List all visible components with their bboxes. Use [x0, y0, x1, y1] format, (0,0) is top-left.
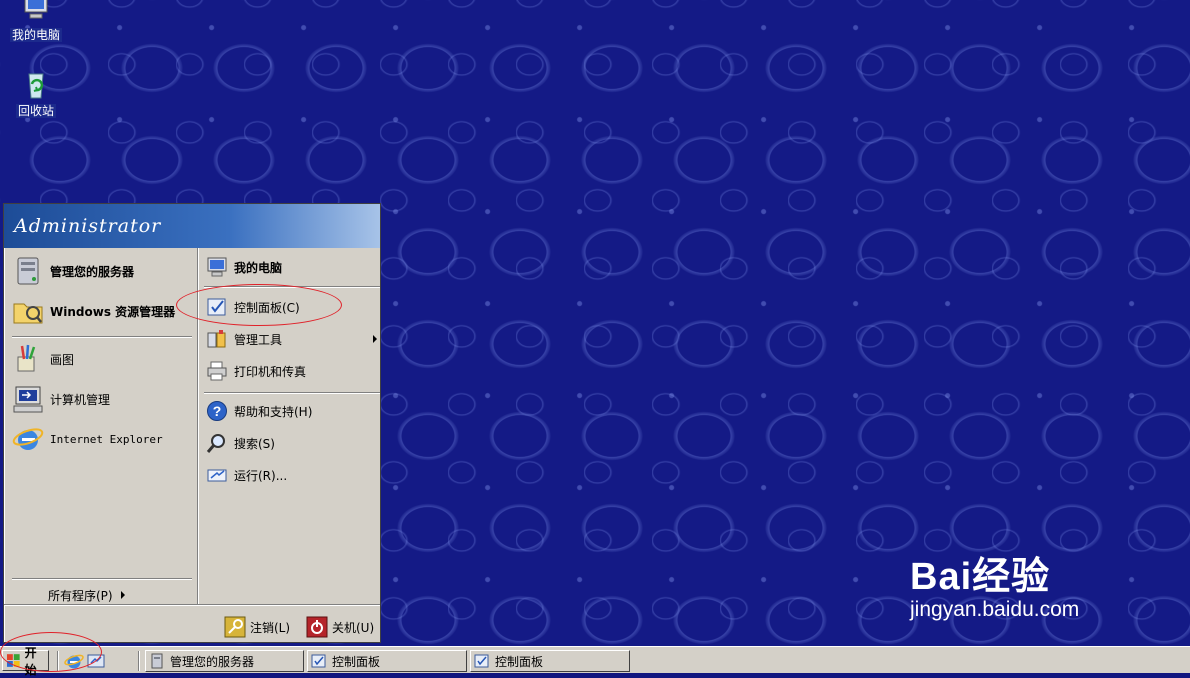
taskbar-separator — [138, 651, 140, 671]
taskbar-button-control-panel[interactable]: 控制面板 — [307, 650, 467, 672]
start-item-internet-explorer[interactable]: Internet Explorer — [12, 420, 163, 458]
menu-separator — [204, 392, 380, 394]
chevron-right-icon — [373, 335, 377, 343]
start-item-label: 运行(R)... — [234, 468, 288, 483]
all-programs-label: 所有程序(P) — [48, 588, 113, 603]
power-icon — [306, 616, 328, 638]
start-item-search[interactable]: 搜索(S) — [206, 428, 275, 458]
watermark-logo: Bai经验 — [910, 556, 1051, 598]
start-menu-user-name: Administrator — [4, 204, 380, 248]
computer-management-icon — [13, 386, 43, 413]
desktop-icon-my-computer[interactable]: 我的电脑 — [6, 0, 66, 43]
admin-tools-icon — [207, 330, 226, 348]
taskbar-button-control-panel-2[interactable]: 控制面板 — [470, 650, 630, 672]
start-item-admin-tools[interactable]: 管理工具 — [206, 324, 282, 354]
desktop-icon-recycle-bin[interactable]: 回收站 — [6, 70, 66, 119]
start-item-label: 管理工具 — [234, 332, 283, 347]
start-item-paint[interactable]: 画图 — [12, 340, 74, 378]
paint-icon — [17, 344, 36, 372]
run-icon — [207, 469, 227, 482]
server-manage-icon — [17, 257, 39, 285]
task-label: 控制面板 — [495, 654, 544, 669]
start-item-printers-faxes[interactable]: 打印机和传真 — [206, 356, 306, 386]
all-programs-button[interactable]: 所有程序(P) — [48, 586, 125, 604]
server-manage-icon — [151, 653, 163, 669]
search-icon — [206, 434, 225, 453]
start-item-label: 管理您的服务器 — [50, 264, 135, 279]
help-icon: ? — [207, 401, 227, 421]
logoff-label: 注销(L) — [250, 620, 291, 635]
printer-icon — [207, 361, 227, 381]
start-item-windows-explorer[interactable]: Windows 资源管理器 — [12, 292, 175, 330]
recycle-bin-icon — [28, 73, 44, 99]
desktop-icon-label: 回收站 — [15, 104, 56, 118]
svg-text:?: ? — [213, 403, 222, 419]
start-item-help-support[interactable]: ? 帮助和支持(H) — [206, 396, 312, 426]
start-item-my-computer[interactable]: 我的电脑 — [206, 252, 282, 282]
control-panel-icon — [474, 654, 489, 668]
internet-explorer-icon — [12, 428, 44, 450]
folder-explorer-icon — [13, 303, 43, 324]
start-item-label: Internet Explorer — [50, 432, 163, 446]
desktop-icon-label: 我的电脑 — [9, 28, 62, 42]
my-computer-icon — [207, 257, 227, 277]
menu-separator — [12, 336, 192, 338]
start-item-computer-management[interactable]: 计算机管理 — [12, 380, 110, 418]
start-item-manage-server[interactable]: 管理您的服务器 — [12, 252, 134, 290]
my-computer-icon — [24, 0, 48, 19]
control-panel-icon — [311, 654, 326, 668]
key-icon — [224, 616, 246, 638]
start-item-label: 帮助和支持(H) — [234, 404, 313, 419]
task-label: 管理您的服务器 — [170, 654, 255, 669]
start-menu-pinned-list: 管理您的服务器 Windows 资源管理器 画图 计算机管理 Internet … — [4, 248, 196, 604]
shutdown-button[interactable]: 关机(U) — [306, 616, 374, 638]
baidu-watermark: Bai经验 jingyan.baidu.com — [910, 545, 1079, 622]
task-label: 控制面板 — [332, 654, 381, 669]
start-item-run[interactable]: 运行(R)... — [206, 460, 287, 490]
start-item-label: 打印机和传真 — [234, 364, 307, 379]
annotation-circle-start-button — [0, 632, 102, 672]
annotation-circle-control-panel — [176, 284, 342, 326]
logoff-button[interactable]: 注销(L) — [224, 616, 290, 638]
start-item-label: 我的电脑 — [234, 260, 283, 275]
start-item-label: 画图 — [50, 352, 75, 367]
chevron-right-icon — [120, 591, 125, 599]
start-item-label: 计算机管理 — [50, 392, 111, 407]
taskbar-button-manage-server[interactable]: 管理您的服务器 — [145, 650, 304, 672]
taskbar: 开始 管理您的服务器 控制面板 控制面板 — [0, 646, 1190, 677]
start-item-label: 搜索(S) — [234, 436, 275, 451]
menu-separator — [12, 578, 192, 580]
watermark-url: jingyan.baidu.com — [910, 598, 1080, 621]
start-item-label: Windows 资源管理器 — [50, 304, 176, 319]
start-menu: Administrator 管理您的服务器 Windows 资源管理器 画图 计… — [3, 203, 381, 643]
shutdown-label: 关机(U) — [332, 620, 375, 635]
